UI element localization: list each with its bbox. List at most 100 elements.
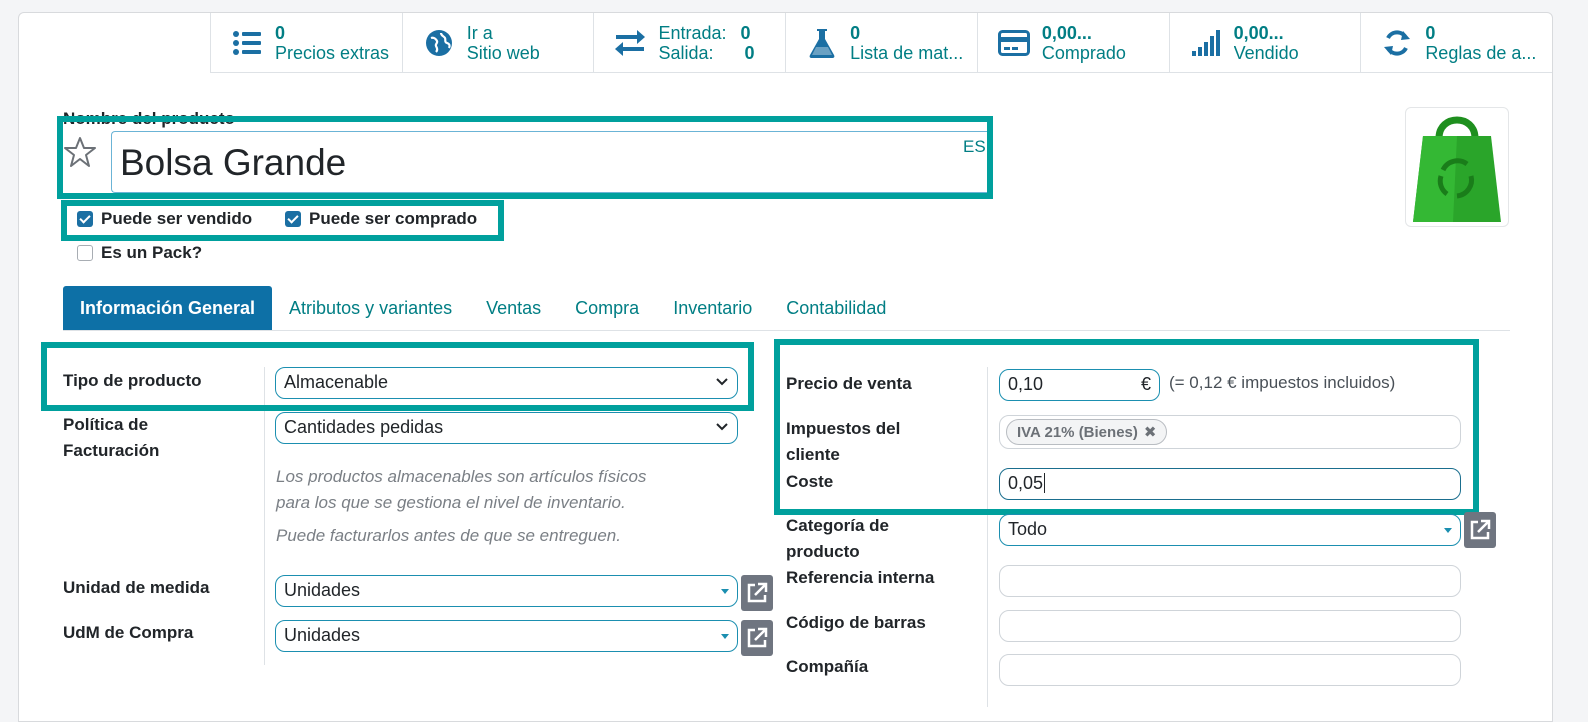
can-be-purchased-checkbox-row[interactable]: Puede ser comprado — [285, 209, 477, 229]
barcode-label: Código de barras — [786, 613, 926, 632]
customer-taxes-label-line1: Impuestos del — [786, 419, 901, 438]
sale-price-value: 0,10 — [1008, 374, 1044, 394]
invoice-policy-value: Cantidades pedidas — [284, 417, 444, 437]
in-out-moves-button[interactable]: Entrada: 0 Salida: 0 — [593, 13, 785, 73]
list-icon — [231, 27, 263, 59]
reordering-rules-count: 0 — [1425, 23, 1436, 43]
right-column-separator — [987, 367, 988, 707]
product-image[interactable] — [1405, 107, 1509, 227]
category-select[interactable]: Todo — [999, 514, 1461, 546]
globe-icon — [423, 27, 455, 59]
shopping-bag-icon — [1413, 116, 1501, 222]
product-name-input[interactable]: Bolsa Grande — [111, 131, 991, 193]
extra-prices-button[interactable]: 0 Precios extras — [210, 13, 402, 73]
tab-accounting[interactable]: Contabilidad — [769, 286, 903, 330]
uom-po-select[interactable]: Unidades — [275, 620, 738, 652]
extra-prices-label: Precios extras — [275, 43, 390, 63]
category-value: Todo — [1008, 519, 1048, 539]
extra-prices-count: 0 — [275, 23, 286, 43]
uom-label: Unidad de medida — [63, 578, 210, 597]
tab-purchase[interactable]: Compra — [558, 286, 656, 330]
product-type-help: Los productos almacenables son artículos… — [276, 464, 646, 549]
invoice-policy-label-line1: Política de — [63, 415, 149, 434]
tab-inventory[interactable]: Inventario — [656, 286, 769, 330]
uom-po-external-link-button[interactable] — [741, 620, 773, 656]
signal-icon — [1190, 27, 1222, 59]
tab-sales[interactable]: Ventas — [469, 286, 558, 330]
caret-down-icon — [721, 634, 729, 639]
cost-label: Coste — [786, 472, 834, 491]
smart-buttons-bar: 0 Precios extras Ir a Sitio web Entrada: 0 … — [210, 13, 1552, 73]
is-pack-checkbox-row[interactable]: Es un Pack? — [77, 243, 202, 263]
reordering-rules-button[interactable]: 0 Reglas de a... — [1360, 13, 1552, 73]
invoice-policy-label-line2: Facturación — [63, 441, 160, 460]
product-name-label: Nombre del producto — [63, 109, 235, 128]
company-select[interactable] — [999, 654, 1461, 686]
tab-general-info[interactable]: Información General — [63, 286, 273, 330]
refresh-icon — [1381, 27, 1413, 59]
credit-card-icon — [997, 27, 1030, 59]
favorite-star-icon[interactable] — [63, 135, 97, 169]
can-be-purchased-checkbox[interactable] — [285, 211, 301, 227]
product-type-select[interactable]: Almacenable — [275, 367, 738, 399]
website-label: Sitio web — [466, 43, 540, 63]
external-link-icon — [1470, 519, 1491, 540]
bom-button[interactable]: 0 Lista de mat... — [785, 13, 977, 73]
left-column-separator — [264, 367, 265, 665]
translate-language-button[interactable]: ES — [963, 137, 986, 157]
chevron-down-icon — [716, 378, 728, 386]
external-link-icon — [747, 627, 768, 648]
go-to-label: Ir a — [466, 23, 493, 43]
invoice-policy-select[interactable]: Cantidades pedidas — [275, 412, 738, 444]
currency-symbol: € — [1140, 374, 1151, 394]
cost-input[interactable]: 0,05 — [999, 468, 1461, 500]
sold-button[interactable]: 0,00... Vendido — [1168, 13, 1361, 73]
barcode-input[interactable] — [999, 610, 1461, 642]
category-external-link-button[interactable] — [1464, 512, 1496, 548]
can-be-purchased-label: Puede ser comprado — [309, 209, 478, 228]
can-be-sold-checkbox[interactable] — [77, 211, 93, 227]
caret-down-icon — [721, 589, 729, 594]
tax-tag[interactable]: IVA 21% (Bienes) ✖ — [1006, 419, 1168, 445]
sale-price-input[interactable]: 0,10 € — [999, 369, 1160, 401]
chevron-down-icon — [716, 423, 728, 431]
purchased-value: 0,00... — [1041, 23, 1092, 43]
customer-taxes-label: Impuestos del cliente — [786, 416, 900, 468]
in-value: 0 — [740, 23, 751, 43]
can-be-sold-checkbox-row[interactable]: Puede ser vendido — [77, 209, 252, 229]
out-label: Salida: — [658, 43, 714, 63]
bom-count: 0 — [850, 23, 861, 43]
internal-ref-input[interactable] — [999, 565, 1461, 597]
is-pack-label: Es un Pack? — [101, 243, 203, 262]
uom-select[interactable]: Unidades — [275, 575, 738, 607]
uom-po-label: UdM de Compra — [63, 623, 194, 642]
go-to-website-button[interactable]: Ir a Sitio web — [401, 13, 594, 73]
flask-icon — [806, 27, 838, 59]
customer-taxes-field[interactable]: IVA 21% (Bienes) ✖ — [999, 415, 1461, 449]
text-cursor — [1044, 473, 1046, 493]
reordering-rules-label: Reglas de a... — [1425, 43, 1537, 63]
sold-value: 0,00... — [1233, 23, 1284, 43]
is-pack-checkbox[interactable] — [77, 245, 93, 261]
internal-ref-label: Referencia interna — [786, 568, 935, 587]
can-be-sold-label: Puede ser vendido — [101, 209, 253, 228]
external-link-icon — [747, 582, 768, 603]
form-tabs: Información General Atributos y variante… — [63, 286, 1510, 331]
category-label-line1: Categoría de — [786, 516, 889, 535]
product-type-value: Almacenable — [284, 372, 389, 392]
in-label: Entrada: — [658, 23, 727, 43]
uom-value: Unidades — [284, 580, 361, 600]
sold-label: Vendido — [1233, 43, 1299, 63]
uom-external-link-button[interactable] — [741, 575, 773, 611]
out-value: 0 — [744, 43, 755, 63]
tab-attributes-variants[interactable]: Atributos y variantes — [272, 286, 469, 330]
customer-taxes-label-line2: cliente — [786, 445, 840, 464]
purchased-button[interactable]: 0,00... Comprado — [976, 13, 1169, 73]
tax-tag-label: IVA 21% (Bienes) — [1017, 423, 1138, 441]
category-label: Categoría de producto — [786, 513, 889, 565]
remove-tag-icon[interactable]: ✖ — [1144, 423, 1157, 441]
bom-label: Lista de mat... — [850, 43, 964, 63]
product-type-label: Tipo de producto — [63, 371, 202, 390]
tax-included-note: (= 0,12 € impuestos incluidos) — [1169, 373, 1396, 392]
help-line-2: para los que se gestiona el nivel de inv… — [276, 493, 626, 512]
